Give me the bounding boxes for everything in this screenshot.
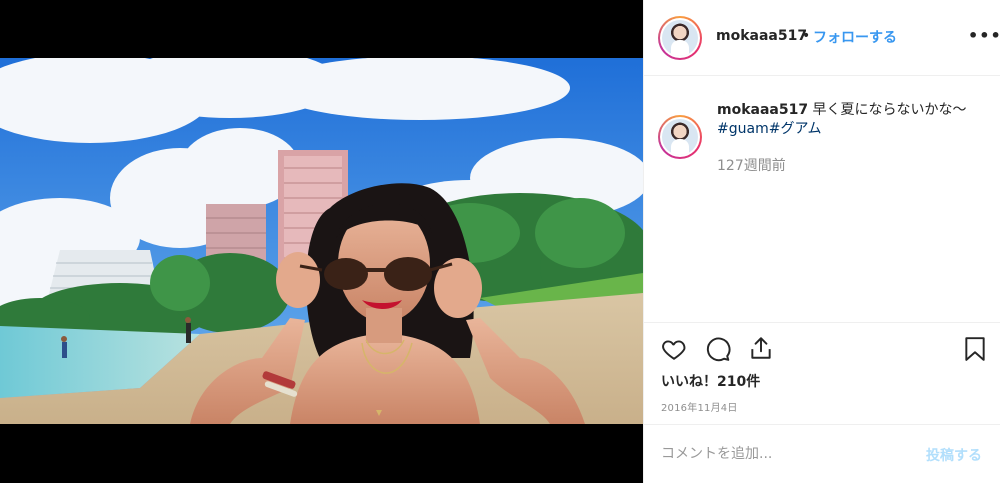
- action-bar: いいね！210件 2016年11月4日: [644, 322, 1000, 424]
- post-media: [0, 0, 643, 483]
- post-side-panel: mokaaa517 • フォローする ••• mokaaa517 早く夏にならな…: [643, 0, 1000, 483]
- share-icon[interactable]: [748, 335, 774, 361]
- follow-button[interactable]: フォローする: [813, 27, 897, 47]
- add-comment-bar: 投稿する: [644, 424, 1000, 483]
- comment-input[interactable]: [661, 443, 911, 465]
- caption-username[interactable]: mokaaa517: [717, 102, 808, 118]
- post-comment-button[interactable]: 投稿する: [926, 445, 982, 465]
- avatar[interactable]: [658, 16, 702, 60]
- like-count[interactable]: いいね！210件: [661, 371, 760, 391]
- post-date[interactable]: 2016年11月4日: [661, 399, 738, 414]
- caption-text: 早く夏にならないかな〜: [812, 102, 967, 118]
- header-username[interactable]: mokaaa517: [716, 28, 807, 44]
- post-caption: mokaaa517 早く夏にならないかな〜 #guam#グアム: [717, 101, 987, 139]
- more-icon[interactable]: •••: [968, 26, 1000, 45]
- caption-avatar[interactable]: [658, 115, 702, 159]
- heart-icon[interactable]: [661, 336, 687, 362]
- hashtag-guam[interactable]: #guam: [717, 121, 769, 137]
- post-header: mokaaa517 • フォローする •••: [644, 0, 1000, 76]
- hashtag-guamu[interactable]: #グアム: [769, 121, 822, 137]
- beach-photo-illustration: [0, 58, 643, 424]
- avatar-image: [662, 119, 698, 155]
- avatar-image: [662, 20, 698, 56]
- bookmark-icon[interactable]: [963, 336, 987, 362]
- separator-dot: •: [802, 28, 811, 44]
- comment-icon[interactable]: [705, 336, 731, 362]
- post-photo[interactable]: [0, 58, 643, 424]
- comment-time-ago[interactable]: 127週間前: [717, 155, 786, 175]
- comments-section: mokaaa517 早く夏にならないかな〜 #guam#グアム 127週間前: [644, 77, 1000, 322]
